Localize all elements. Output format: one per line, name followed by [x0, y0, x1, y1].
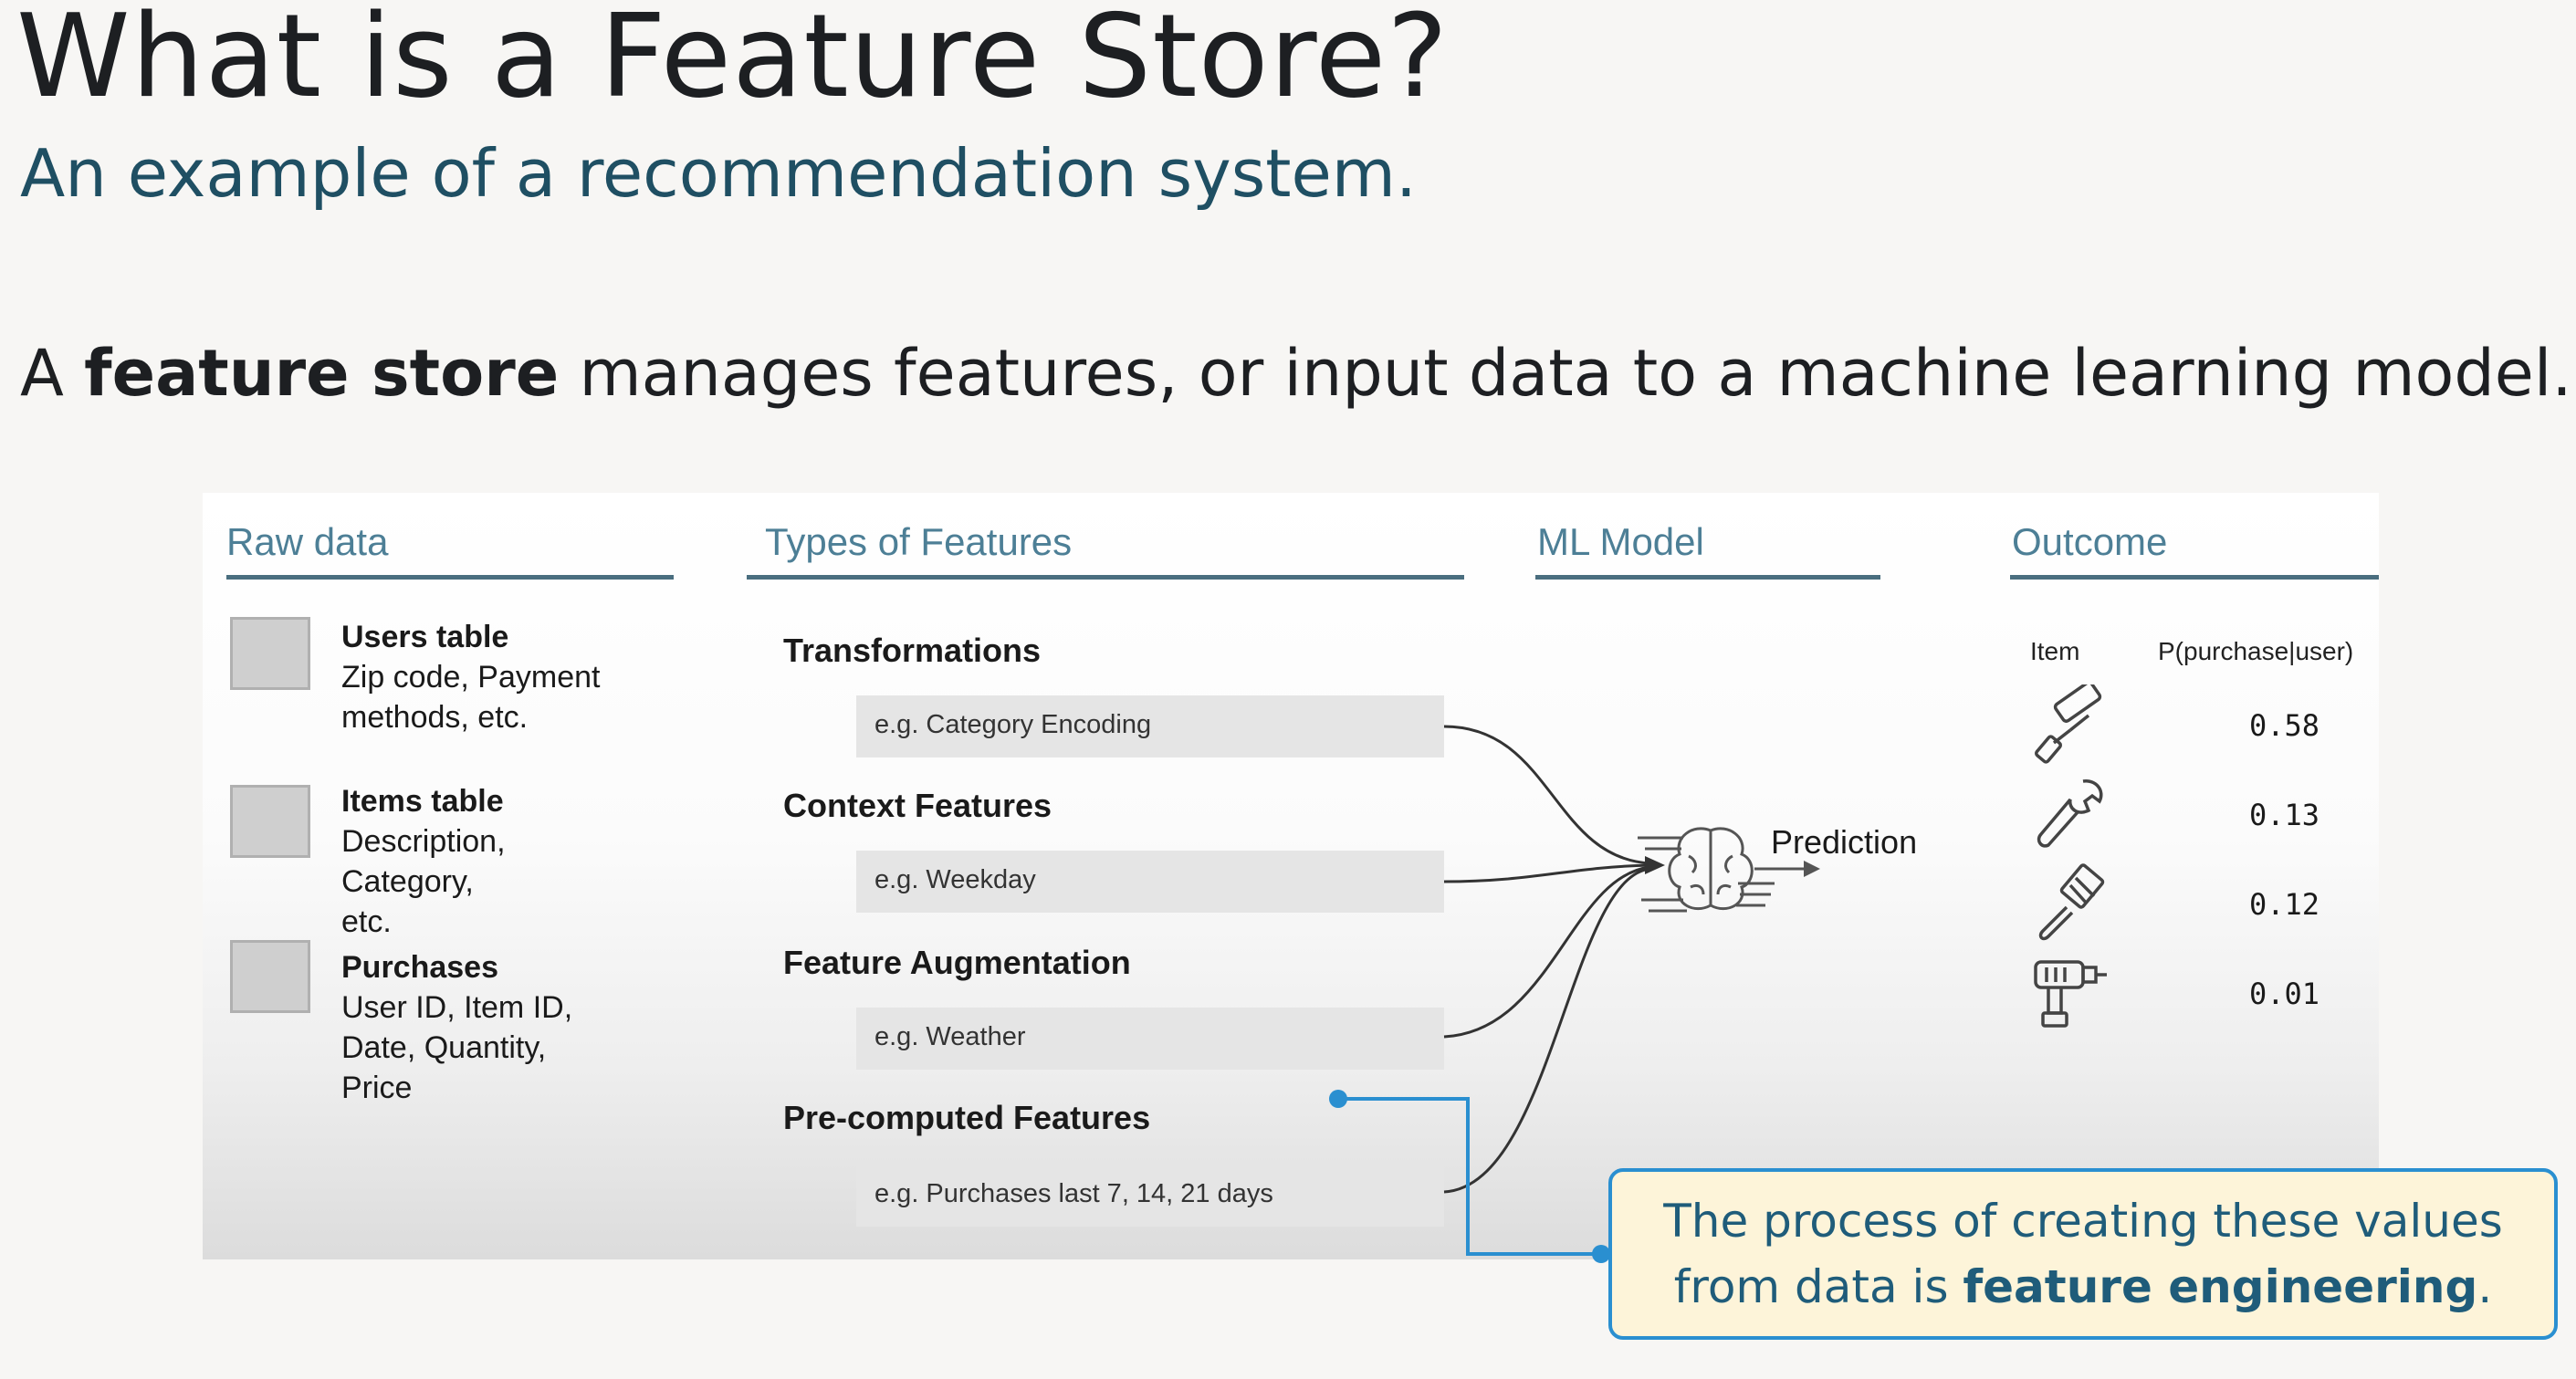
connector-augmentation — [1443, 865, 1651, 1039]
prediction-arrow-head — [1804, 861, 1820, 877]
callout-connector — [1329, 1090, 1610, 1263]
callout-bold-term: feature engineering — [1963, 1260, 2478, 1313]
feature-engineering-callout: The process of creating these values fro… — [1608, 1168, 2558, 1340]
callout-line-1: The process of creating these values — [1663, 1195, 2503, 1248]
callout-line-2: from data is feature engineering. — [1674, 1254, 2492, 1320]
connector-transformations — [1443, 725, 1651, 865]
callout-line-2-suffix: . — [2477, 1260, 2493, 1313]
arrow-head-into-model — [1645, 856, 1665, 874]
callout-line-2-prefix: from data is — [1673, 1260, 1963, 1313]
